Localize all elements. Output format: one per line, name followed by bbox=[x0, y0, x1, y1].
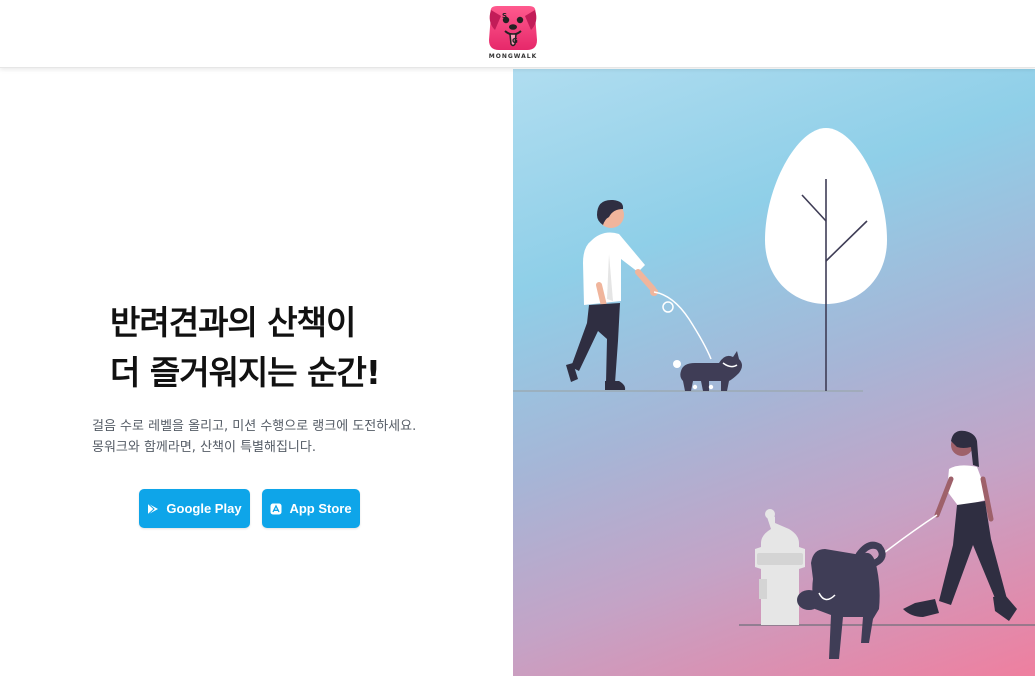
hero-illustration-panel bbox=[513, 69, 1035, 676]
svg-text:S: S bbox=[502, 12, 507, 20]
hero-headline: 반려견과의 산책이 더 즐거워지는 순간! bbox=[110, 298, 490, 398]
description-line-2: 몽워크와 함께라면, 산책이 특별해집니다. bbox=[92, 440, 316, 455]
headline-line-1: 반려견과의 산책이 bbox=[110, 303, 356, 342]
app-store-icon bbox=[270, 503, 282, 515]
hero-text-panel: 반려견과의 산책이 더 즐거워지는 순간! 걸음 수로 레벨을 올리고, 미션 … bbox=[0, 69, 513, 676]
description-line-1: 걸음 수로 레벨을 올리고, 미션 수행으로 랭크에 도전하세요. bbox=[92, 419, 417, 434]
headline-line-2: 더 즐거워지는 순간! bbox=[110, 353, 381, 392]
top-navigation-bar: S G MONGWALK bbox=[0, 0, 1035, 68]
mongwalk-logo[interactable]: S G MONGWALK bbox=[485, 4, 541, 62]
app-store-label: App Store bbox=[289, 501, 352, 516]
walking-dogs-illustration bbox=[513, 128, 1035, 659]
man-walking-dog-icon bbox=[566, 199, 742, 391]
hero-description: 걸음 수로 레벨을 올리고, 미션 수행으로 랭크에 도전하세요. 몽워크와 함… bbox=[92, 416, 492, 458]
dog-logo-icon: S G bbox=[489, 6, 537, 50]
app-store-button[interactable]: App Store bbox=[262, 489, 360, 528]
logo-wordmark: MONGWALK bbox=[488, 53, 538, 60]
tree-icon bbox=[765, 128, 887, 391]
fire-hydrant-icon bbox=[755, 509, 805, 625]
svg-text:G: G bbox=[512, 37, 518, 45]
play-store-icon bbox=[147, 502, 159, 515]
google-play-button[interactable]: Google Play bbox=[139, 489, 250, 528]
google-play-label: Google Play bbox=[166, 501, 242, 516]
